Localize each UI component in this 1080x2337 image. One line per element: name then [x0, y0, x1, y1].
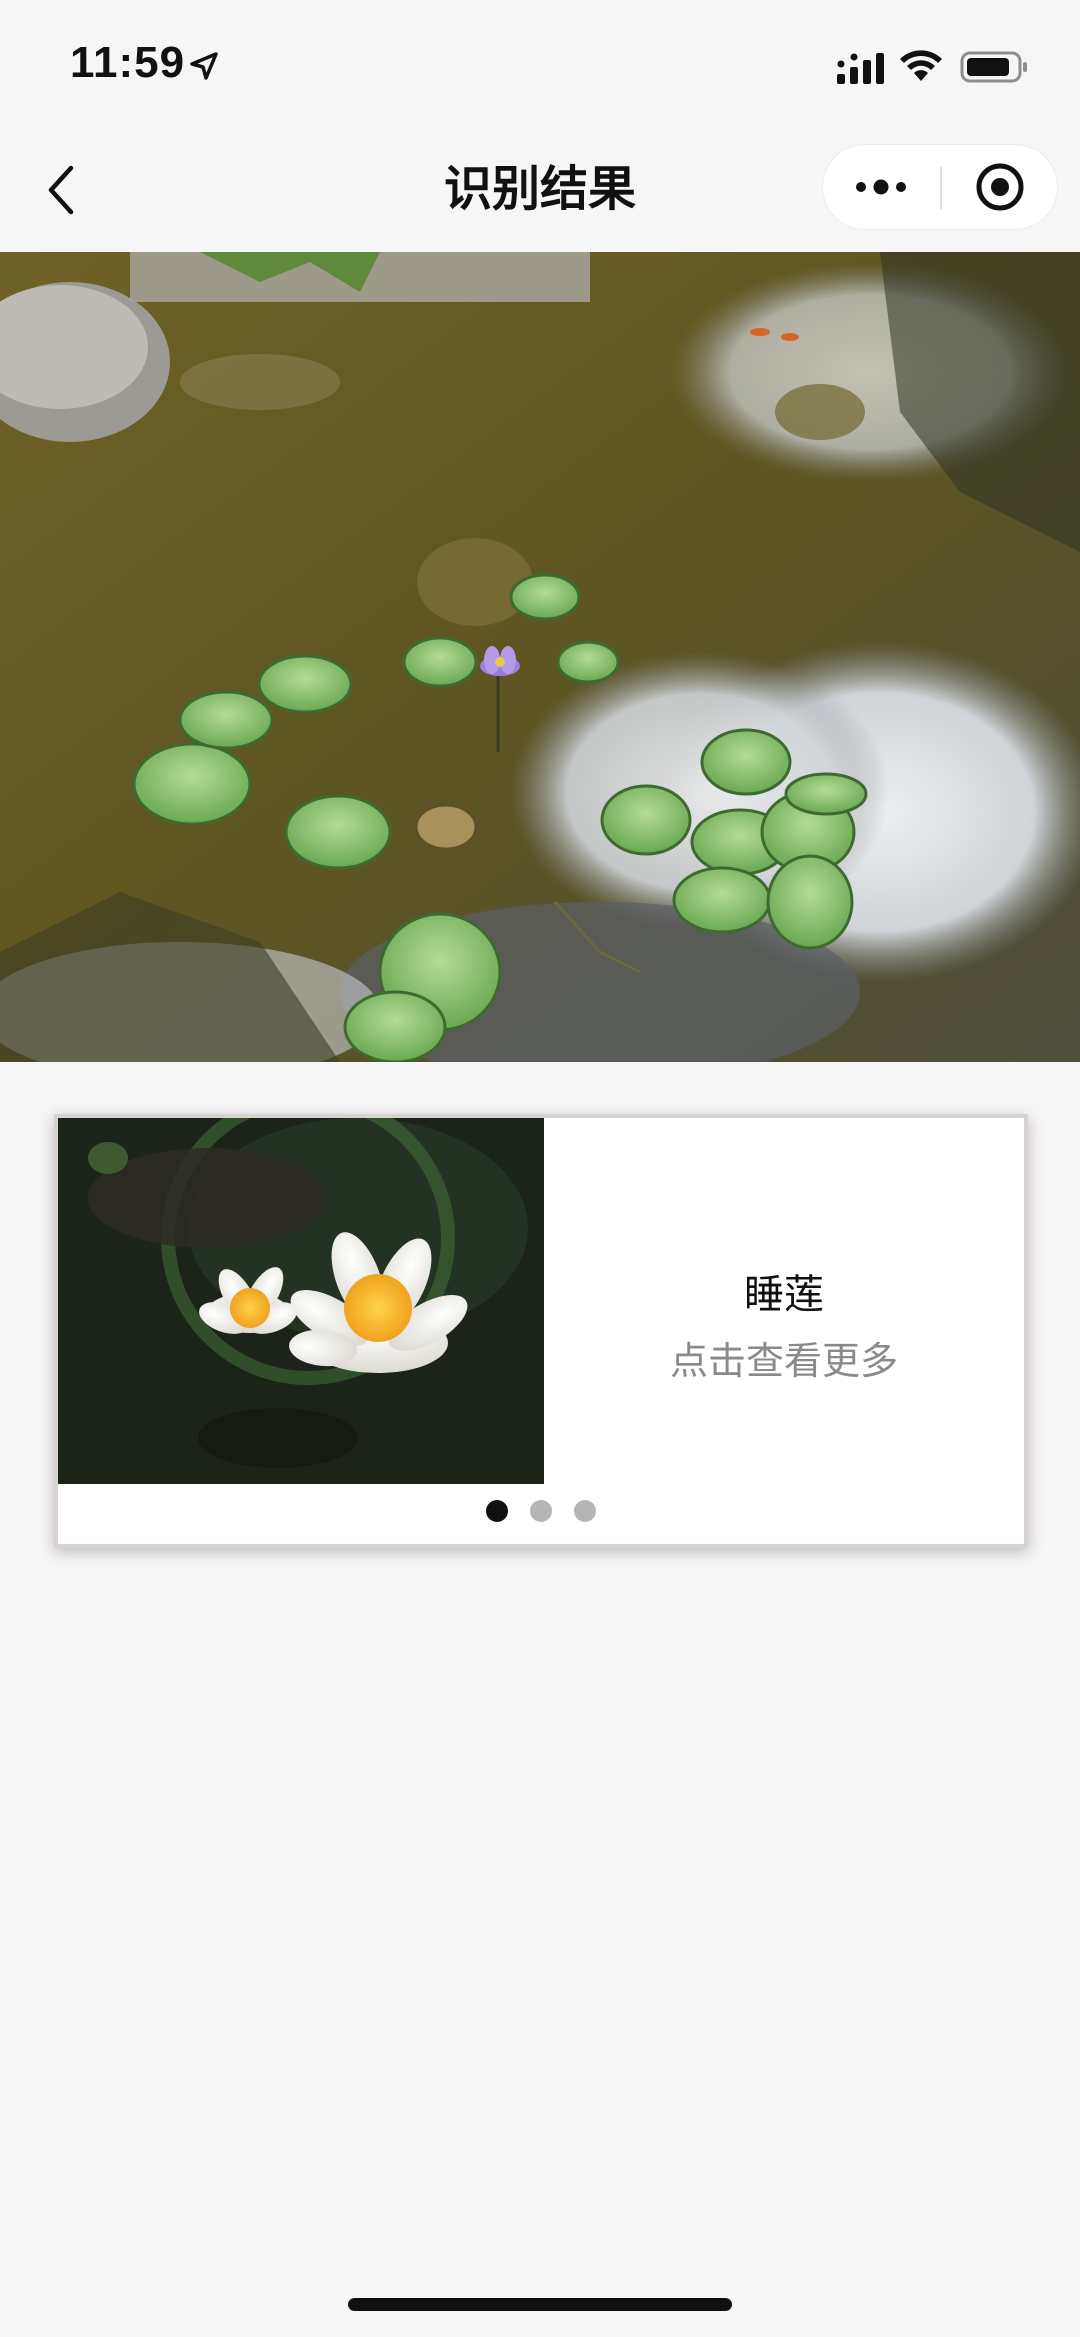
- result-info: 睡莲 点击查看更多: [544, 1118, 1024, 1484]
- mini-program-capsule: [822, 144, 1058, 230]
- capsule-divider: [940, 167, 942, 209]
- more-dots-icon: [856, 179, 906, 195]
- location-arrow-icon: [190, 52, 218, 80]
- result-card[interactable]: 睡莲 点击查看更多: [54, 1114, 1028, 1548]
- status-time: 11:59: [70, 38, 186, 87]
- captured-photo: [0, 252, 1080, 1062]
- close-button[interactable]: [943, 145, 1057, 229]
- status-bar: 11:59: [0, 0, 1080, 130]
- nav-bar: 识别结果: [0, 130, 1080, 252]
- carousel-dot[interactable]: [574, 1500, 596, 1522]
- screen: 11:59 识别结果 睡莲 点击查看更多: [0, 0, 1080, 2337]
- view-more-link[interactable]: 点击查看更多: [544, 1336, 1024, 1386]
- result-name: 睡莲: [744, 1272, 824, 1318]
- result-thumbnail: [58, 1118, 544, 1484]
- carousel-dot[interactable]: [486, 1500, 508, 1522]
- carousel-indicator: [58, 1500, 1024, 1522]
- home-indicator: [348, 2298, 732, 2311]
- wifi-icon: [900, 50, 942, 81]
- record-target-icon: [976, 163, 1024, 211]
- battery-icon: [960, 51, 1027, 83]
- cellular-signal-icon: [837, 53, 884, 84]
- more-button[interactable]: [823, 145, 939, 229]
- carousel-dot[interactable]: [530, 1500, 552, 1522]
